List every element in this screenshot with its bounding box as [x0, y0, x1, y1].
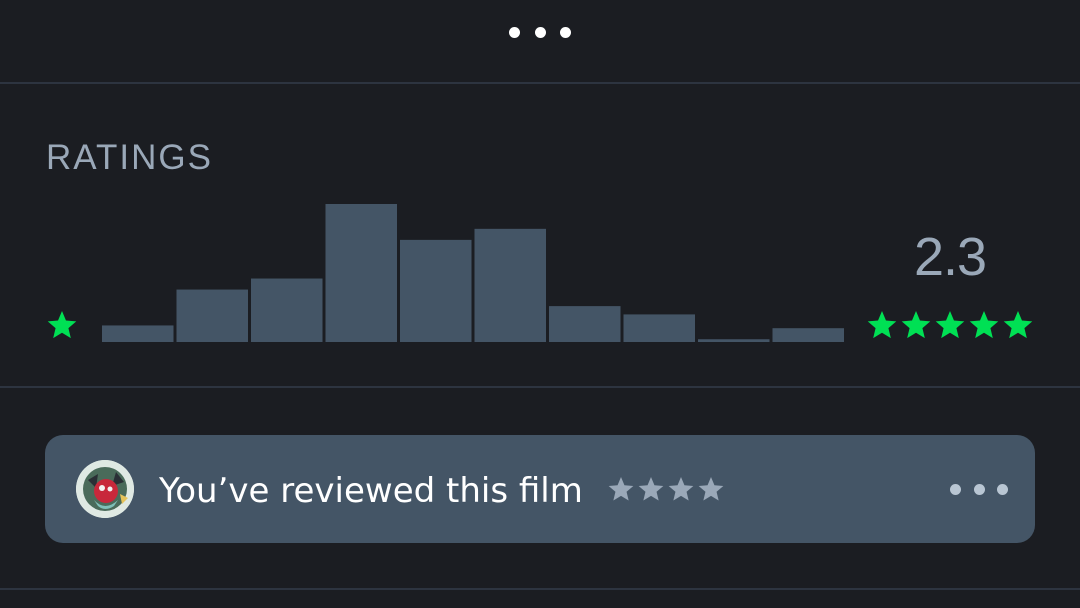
- high-rating-star-icon: [867, 311, 897, 339]
- more-dot: [973, 483, 985, 495]
- middle-divider: [0, 386, 1080, 388]
- histogram-bar-3[interactable]: [474, 228, 547, 342]
- histogram-bar-4.5[interactable]: [698, 339, 770, 342]
- review-more-button[interactable]: [950, 482, 1008, 496]
- more-dots-icon: [509, 25, 571, 39]
- top-divider: [0, 82, 1080, 84]
- high-rating-star-icon: [935, 311, 965, 339]
- review-star-icon: [608, 477, 634, 501]
- histogram-bar-5[interactable]: [772, 328, 845, 342]
- more-dot: [950, 483, 961, 495]
- review-star-icon: [698, 477, 724, 501]
- histogram-bar-1.5[interactable]: [251, 278, 323, 342]
- more-dot: [997, 483, 1008, 495]
- review-status-text: You’ve reviewed this film: [159, 471, 583, 511]
- high-rating-star-icon: [1003, 311, 1033, 339]
- histogram-bar-2.5[interactable]: [400, 239, 472, 342]
- review-rating-stars: [607, 475, 725, 505]
- high-rating-star-icon: [901, 311, 931, 339]
- bottom-divider: [0, 588, 1080, 590]
- user-avatar[interactable]: [76, 460, 134, 518]
- review-star-icon: [668, 477, 694, 501]
- histogram-bar-3.5[interactable]: [549, 306, 621, 342]
- histogram-bar-4[interactable]: [623, 314, 696, 342]
- histogram-bar-0.5[interactable]: [102, 325, 174, 342]
- top-more-menu[interactable]: [0, 0, 1080, 82]
- low-rating-star-icon: [47, 311, 77, 339]
- review-star-icon: [638, 477, 664, 501]
- your-review-card[interactable]: You’ve reviewed this film: [45, 435, 1035, 543]
- histogram-bar-1[interactable]: [176, 289, 249, 342]
- average-rating: 2.3: [913, 227, 987, 287]
- histogram-bar-2[interactable]: [325, 204, 398, 342]
- high-rating-star-icon: [969, 311, 999, 339]
- ratings-heading: RATINGS: [46, 138, 213, 177]
